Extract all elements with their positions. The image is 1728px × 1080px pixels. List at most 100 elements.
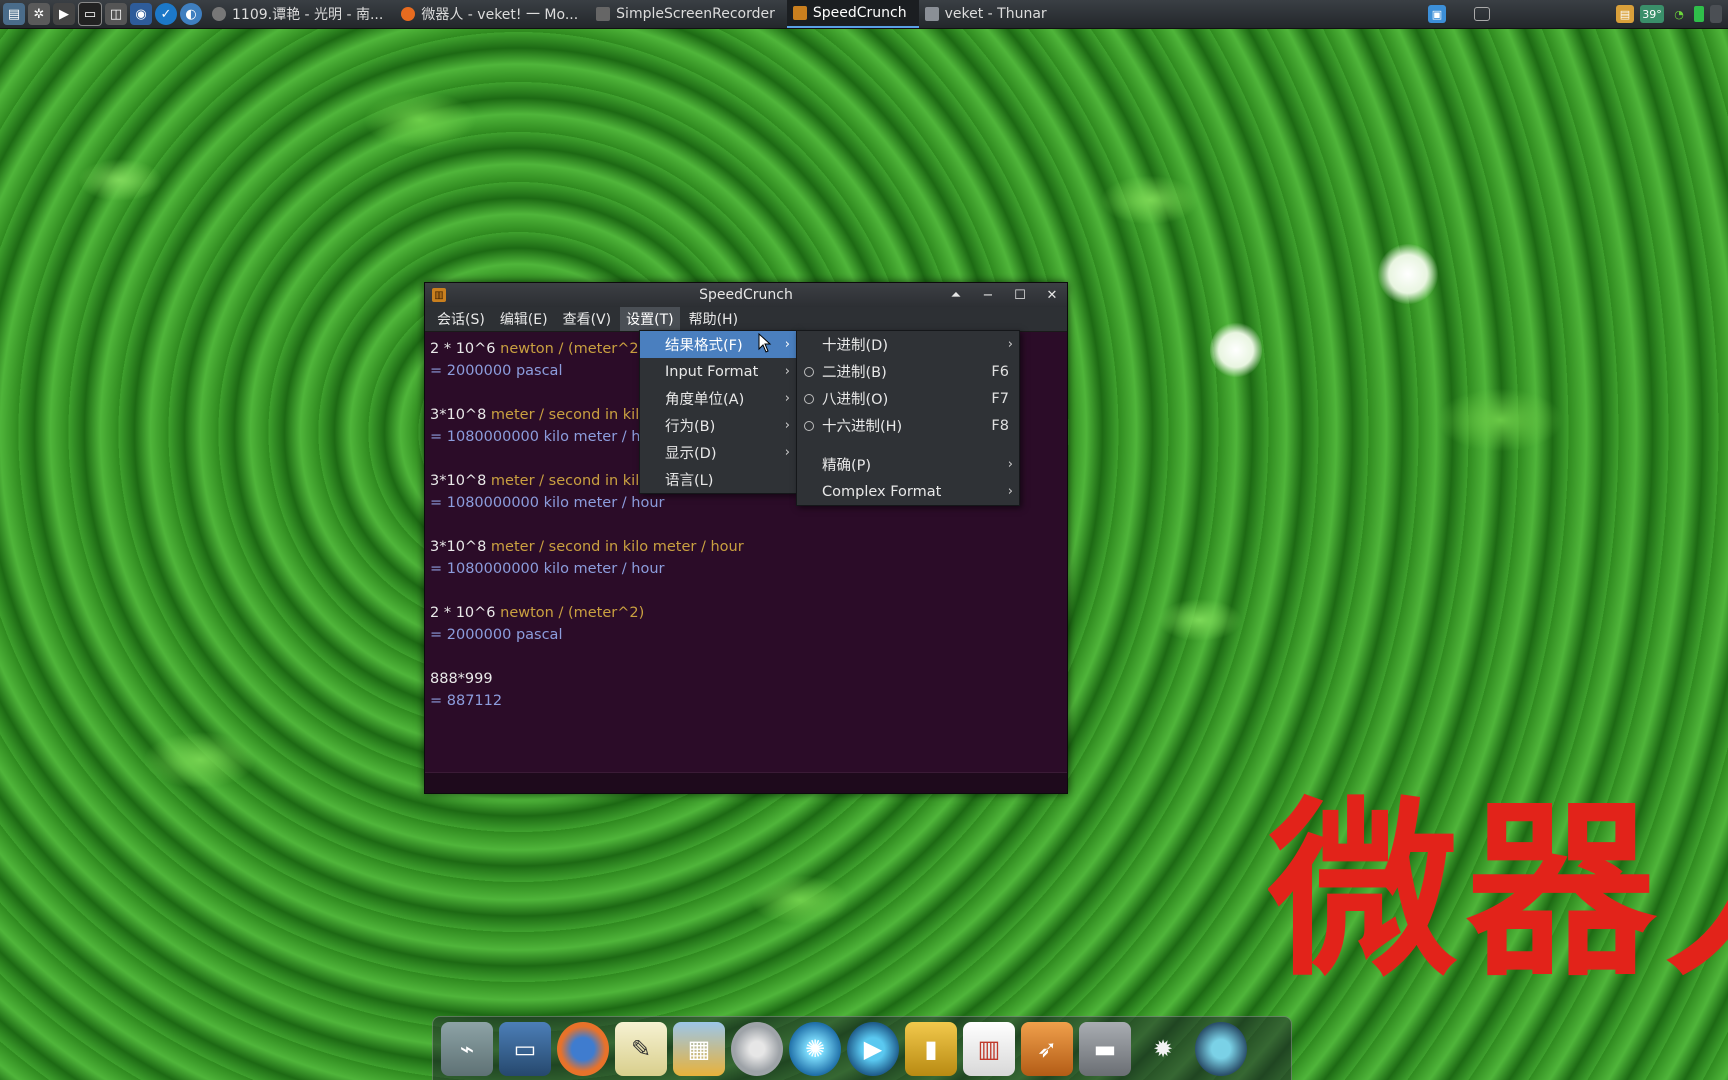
menu-item-octal[interactable]: 八进制(O) F7 — [797, 385, 1019, 412]
menu-item-complex-format[interactable]: Complex Format › — [797, 478, 1019, 505]
window-icon[interactable] — [1474, 7, 1490, 21]
chevron-right-icon: › — [784, 364, 790, 379]
task-speedcrunch[interactable]: SpeedCrunch — [786, 0, 919, 28]
terminal-icon[interactable]: ▭ — [78, 2, 102, 26]
result-format-submenu: 十进制(D) › 二进制(B) F6 八进制(O) F7 十六进制(H) F8 精确(P… — [796, 330, 1020, 506]
play-icon[interactable]: ▶ — [53, 3, 75, 25]
menu-settings[interactable]: 设置(T) — [620, 307, 680, 331]
menu-item-binary[interactable]: 二进制(B) F6 — [797, 358, 1019, 385]
clover-flower — [1378, 244, 1438, 304]
chevron-right-icon: › — [1007, 484, 1013, 499]
expression-editor[interactable] — [425, 772, 1067, 793]
system-tray: ▣ ▤ 39° ◔ — [1428, 0, 1728, 28]
shortcut-label: F7 — [991, 390, 1009, 407]
media-player-icon[interactable]: ▶ — [847, 1022, 899, 1076]
tray-extra-icon[interactable] — [1710, 5, 1722, 23]
music-player-icon — [212, 7, 226, 21]
task-list: 1109.谭艳 - 光明 - 南... 微器人 - veket! 一 Mo...… — [206, 0, 1059, 28]
maximize-icon[interactable]: ☐ — [1011, 286, 1029, 304]
battery-icon[interactable] — [1694, 6, 1704, 22]
history-result: = 1080000000 kilo meter / hour — [430, 561, 665, 577]
bottom-dock: ⌁ ▭ ✎ ▦ ✺ ▶ ▮ ▥ ➶ ▬ ✹ — [432, 1016, 1292, 1080]
menu-edit[interactable]: 编辑(E) — [494, 307, 554, 331]
menubar: 会话(S) 编辑(E) 查看(V) 设置(T) 帮助(H) — [425, 307, 1067, 332]
task-firefox[interactable]: 微器人 - veket! 一 Mo... — [395, 0, 590, 28]
window-controls: ⏶ − ☐ ✕ — [947, 283, 1061, 307]
history-expression: 3*10^8 meter / second in kilo meter / ho… — [430, 539, 744, 555]
temperature-badge: 39° — [1640, 5, 1664, 23]
network-icon[interactable]: ✺ — [789, 1022, 841, 1076]
task-thunar[interactable]: veket - Thunar — [919, 0, 1059, 28]
settings-menu: 结果格式(F) › Input Format › 角度单位(A) › 行为(B) › 显… — [639, 330, 797, 494]
screenshot-icon[interactable]: ◫ — [105, 3, 127, 25]
app-menu-icon[interactable]: ▤ — [3, 3, 25, 25]
menu-item-language[interactable]: 语言(L) — [640, 466, 796, 493]
image-viewer-icon[interactable]: ▦ — [673, 1022, 725, 1076]
settings-icon[interactable]: ✲ — [28, 3, 50, 25]
menu-view[interactable]: 查看(V) — [557, 307, 618, 331]
history-result: = 2000000 pascal — [430, 627, 563, 643]
recorder-icon — [596, 7, 611, 21]
rocket-icon[interactable]: ➶ — [1021, 1022, 1073, 1076]
computer-icon[interactable]: ▭ — [499, 1022, 551, 1076]
files-icon[interactable]: ▮ — [905, 1022, 957, 1076]
globe-icon[interactable]: ◐ — [180, 3, 202, 25]
disc-burner-icon[interactable] — [731, 1022, 783, 1076]
chevron-right-icon: › — [784, 445, 790, 460]
chevron-right-icon: › — [1007, 457, 1013, 472]
installer-icon[interactable]: ⌁ — [441, 1022, 493, 1076]
chevron-right-icon: › — [784, 391, 790, 406]
globe-icon[interactable] — [1195, 1022, 1247, 1076]
task-label: 微器人 - veket! 一 Mo... — [421, 7, 579, 23]
close-icon[interactable]: ✕ — [1043, 286, 1061, 304]
radio-icon — [804, 366, 814, 377]
firefox-icon[interactable] — [557, 1022, 609, 1076]
radio-icon — [804, 420, 814, 431]
menu-item-input-format[interactable]: Input Format › — [640, 358, 796, 385]
shade-icon[interactable]: ⏶ — [947, 286, 965, 304]
history-expression: 2 * 10^6 newton / (meter^2) — [430, 605, 645, 621]
menu-item-decimal[interactable]: 十进制(D) › — [797, 331, 1019, 358]
show-desktop-icon[interactable]: ▣ — [1428, 5, 1446, 23]
task-label: veket - Thunar — [944, 6, 1047, 22]
shortcut-label: F6 — [991, 363, 1009, 380]
wifi-icon[interactable]: ◔ — [1670, 5, 1688, 23]
history-result: = 887112 — [430, 693, 503, 709]
radio-icon — [804, 393, 814, 404]
watermark-text: 微器人 — [1268, 792, 1728, 1002]
window-titlebar[interactable]: ▥ SpeedCrunch ⏶ − ☐ ✕ — [425, 283, 1067, 307]
text-editor-icon[interactable]: ✎ — [615, 1022, 667, 1076]
office-chart-icon[interactable]: ▥ — [963, 1022, 1015, 1076]
menu-item-hexadecimal[interactable]: 十六进制(H) F8 — [797, 412, 1019, 439]
speedcrunch-icon — [792, 6, 807, 20]
menu-item-result-format[interactable]: 结果格式(F) › — [640, 331, 796, 358]
top-taskbar: ▤ ✲ ▶ ▭ ◫ ◉ ✓ ◐ 1109.谭艳 - 光明 - 南... 微器人 … — [0, 0, 1728, 29]
camera-icon[interactable]: ◉ — [130, 3, 152, 25]
menu-help[interactable]: 帮助(H) — [683, 307, 744, 331]
task-screen-recorder[interactable]: SimpleScreenRecorder — [590, 0, 787, 28]
chevron-right-icon: › — [1007, 337, 1013, 352]
folder-icon — [924, 7, 939, 21]
menu-item-precision[interactable]: 精确(P) › — [797, 451, 1019, 478]
chevron-right-icon: › — [784, 418, 790, 433]
menu-item-behavior[interactable]: 行为(B) › — [640, 412, 796, 439]
task-label: SimpleScreenRecorder — [616, 6, 775, 22]
clover-flower — [1210, 322, 1262, 378]
minimize-icon[interactable]: − — [979, 286, 997, 304]
chevron-right-icon: › — [784, 337, 790, 352]
task-music-player[interactable]: 1109.谭艳 - 光明 - 南... — [206, 0, 395, 28]
menu-session[interactable]: 会话(S) — [431, 307, 491, 331]
clipboard-icon[interactable]: ▤ — [1616, 5, 1634, 23]
menu-item-angle-unit[interactable]: 角度单位(A) › — [640, 385, 796, 412]
speedcrunch-app-icon: ▥ — [432, 288, 446, 302]
mouse-cursor-icon — [758, 333, 772, 353]
shortcut-label: F8 — [991, 417, 1009, 434]
menu-item-display[interactable]: 显示(D) › — [640, 439, 796, 466]
task-label: SpeedCrunch — [812, 5, 907, 21]
history-expression: 888*999 — [430, 671, 493, 687]
clock-icon[interactable]: ✓ — [155, 3, 177, 25]
brightness-icon[interactable]: ✹ — [1137, 1022, 1189, 1076]
quick-launchers: ▤ ✲ ▶ ▭ ◫ ◉ ✓ ◐ — [0, 0, 202, 28]
printer-icon[interactable]: ▬ — [1079, 1022, 1131, 1076]
firefox-icon — [401, 7, 416, 21]
